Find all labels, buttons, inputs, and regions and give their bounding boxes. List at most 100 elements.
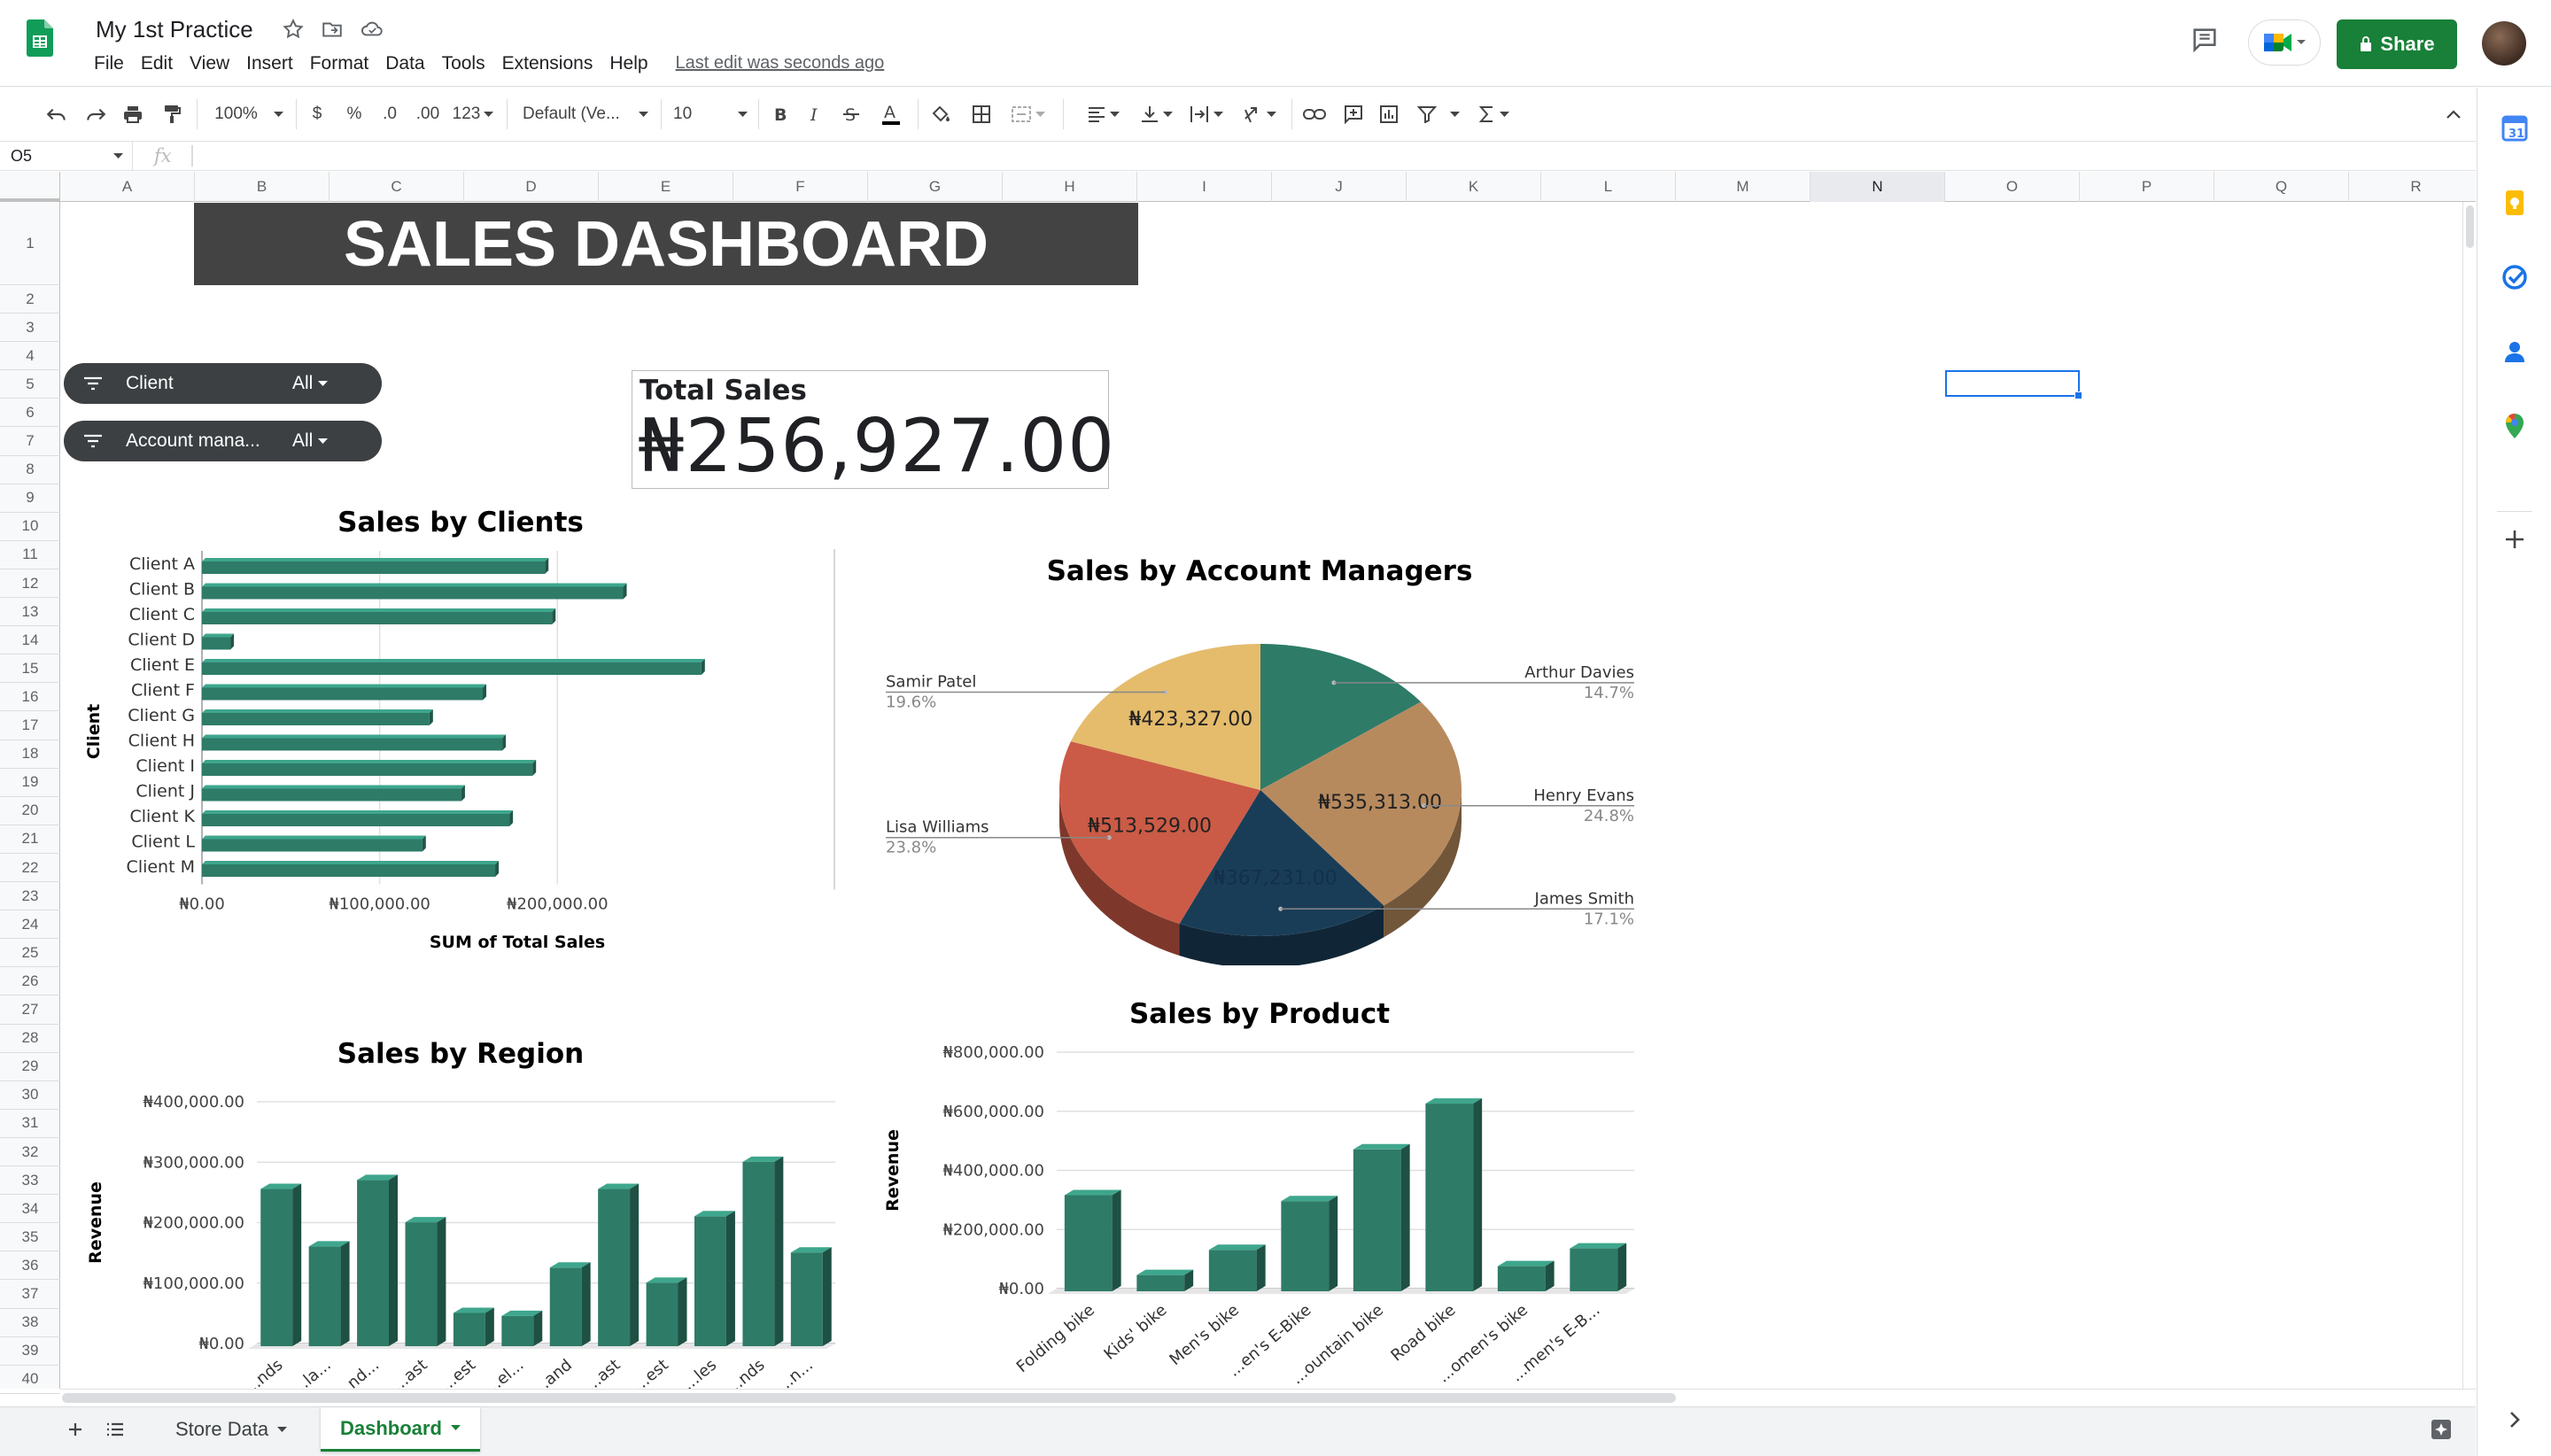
filter-views-dropdown[interactable] — [1444, 88, 1465, 141]
row-header[interactable]: 32 — [0, 1138, 60, 1167]
row-header[interactable]: 12 — [0, 569, 60, 599]
row-header[interactable]: 20 — [0, 797, 60, 825]
row-header[interactable]: 11 — [0, 541, 60, 569]
column-header[interactable]: R — [2349, 172, 2484, 202]
zoom-select[interactable]: 100% — [209, 88, 289, 141]
row-header[interactable]: 23 — [0, 882, 60, 911]
row-header[interactable]: 36 — [0, 1251, 60, 1281]
contacts-icon[interactable] — [2501, 337, 2529, 366]
redo-icon[interactable] — [80, 88, 112, 141]
tab-store-data[interactable]: Store Data — [158, 1407, 305, 1452]
row-header[interactable]: 35 — [0, 1223, 60, 1252]
add-sheet-icon[interactable] — [62, 1407, 89, 1452]
name-box[interactable]: O5 — [0, 142, 133, 171]
slicer-client[interactable]: Client All — [64, 363, 382, 404]
chart-sales-by-account-managers[interactable]: Sales by Account Managers ₦535,313.00 ₦367… — [868, 540, 1648, 965]
row-header[interactable]: 13 — [0, 598, 60, 627]
row-header[interactable]: 3 — [0, 314, 60, 343]
row-header[interactable]: 37 — [0, 1281, 60, 1309]
share-button[interactable]: Share — [2337, 19, 2457, 69]
row-header[interactable]: 25 — [0, 939, 60, 968]
row-header[interactable]: 33 — [0, 1166, 60, 1196]
text-rotation-icon[interactable] — [1237, 88, 1281, 141]
row-header[interactable]: 14 — [0, 626, 60, 655]
selected-cell[interactable] — [1945, 370, 2082, 399]
text-wrapping-icon[interactable] — [1183, 88, 1228, 141]
insert-link-icon[interactable] — [1300, 88, 1329, 141]
row-header[interactable]: 27 — [0, 996, 60, 1025]
star-icon[interactable] — [282, 18, 305, 41]
bold-icon[interactable]: B — [767, 88, 794, 141]
column-header[interactable]: Q — [2214, 172, 2349, 202]
strikethrough-icon[interactable]: S — [838, 88, 865, 141]
menu-data[interactable]: Data — [385, 53, 424, 74]
row-header[interactable]: 19 — [0, 769, 60, 797]
horizontal-scrollbar[interactable] — [60, 1389, 2476, 1406]
row-header[interactable]: 40 — [0, 1366, 60, 1394]
row-header[interactable]: 16 — [0, 683, 60, 712]
filter-icon[interactable] — [1414, 88, 1440, 141]
horizontal-align-icon[interactable] — [1081, 88, 1125, 141]
functions-icon[interactable] — [1470, 88, 1516, 141]
column-header[interactable]: N — [1811, 172, 1945, 202]
row-header[interactable]: 21 — [0, 825, 60, 854]
row-header[interactable]: 10 — [0, 513, 60, 541]
formula-input[interactable] — [202, 143, 2416, 168]
row-header[interactable]: 8 — [0, 456, 60, 484]
row-header[interactable]: 9 — [0, 484, 60, 513]
print-icon[interactable] — [117, 88, 149, 141]
menu-extensions[interactable]: Extensions — [502, 53, 593, 74]
scorecard-total-sales[interactable]: Total Sales ₦256,927.00 — [632, 370, 1114, 489]
column-header[interactable]: O — [1945, 172, 2080, 202]
column-header[interactable]: J — [1272, 172, 1407, 202]
slicer-value[interactable]: All — [292, 373, 329, 394]
row-header[interactable]: 1 — [0, 202, 60, 285]
insert-comment-icon[interactable] — [1339, 88, 1368, 141]
row-header[interactable]: 2 — [0, 285, 60, 314]
row-header[interactable]: 4 — [0, 342, 60, 371]
paint-format-icon[interactable] — [156, 88, 188, 141]
select-all-corner[interactable] — [0, 172, 60, 202]
maps-icon[interactable] — [2501, 412, 2529, 440]
column-header[interactable]: C — [330, 172, 464, 202]
fill-color-icon[interactable] — [927, 88, 955, 141]
row-header[interactable]: 39 — [0, 1337, 60, 1366]
row-header[interactable]: 17 — [0, 712, 60, 740]
column-header[interactable]: H — [1003, 172, 1137, 202]
menu-view[interactable]: View — [190, 53, 229, 74]
row-header[interactable]: 29 — [0, 1053, 60, 1081]
vertical-align-icon[interactable] — [1134, 88, 1178, 141]
slicer-account-manager[interactable]: Account mana... All — [64, 421, 382, 461]
show-side-panel-icon[interactable] — [2501, 1406, 2529, 1434]
add-addon-icon[interactable] — [2501, 525, 2529, 554]
row-header[interactable]: 24 — [0, 910, 60, 940]
italic-icon[interactable]: I — [803, 88, 829, 141]
comment-history-icon[interactable] — [2190, 25, 2220, 55]
row-header[interactable]: 28 — [0, 1025, 60, 1053]
chart-sales-by-product[interactable]: Sales by Product ₦0.00 ₦200,000.00 ₦400,000… — [868, 983, 1648, 1389]
scrollbar-thumb[interactable] — [2466, 205, 2474, 248]
decrease-decimal-button[interactable]: .0 — [376, 88, 404, 141]
format-currency-button[interactable]: $ — [305, 88, 330, 141]
row-header[interactable]: 22 — [0, 854, 60, 883]
row-header[interactable]: 34 — [0, 1195, 60, 1224]
collapse-menus-icon[interactable] — [2438, 88, 2470, 141]
column-header[interactable]: K — [1407, 172, 1541, 202]
menu-tools[interactable]: Tools — [442, 53, 485, 74]
menu-help[interactable]: Help — [609, 53, 647, 74]
column-header[interactable]: A — [60, 172, 195, 202]
tasks-icon[interactable] — [2501, 263, 2529, 291]
cloud-status-icon[interactable] — [360, 18, 384, 41]
column-header[interactable]: P — [2080, 172, 2214, 202]
chart-sales-by-clients[interactable]: Sales by Clients ₦0.00 ₦100,000.00 ₦200,000… — [71, 496, 850, 956]
calendar-icon[interactable]: 31 — [2501, 114, 2529, 143]
sheets-logo-icon[interactable] — [27, 19, 53, 57]
column-header[interactable]: I — [1137, 172, 1272, 202]
text-color-icon[interactable]: A — [877, 88, 905, 141]
number-format-select[interactable]: 123 — [450, 88, 496, 141]
increase-decimal-button[interactable]: .00 — [411, 88, 445, 141]
insert-chart-icon[interactable] — [1375, 88, 1403, 141]
row-header[interactable]: 7 — [0, 428, 60, 456]
column-header[interactable]: F — [733, 172, 868, 202]
column-header[interactable]: G — [868, 172, 1003, 202]
